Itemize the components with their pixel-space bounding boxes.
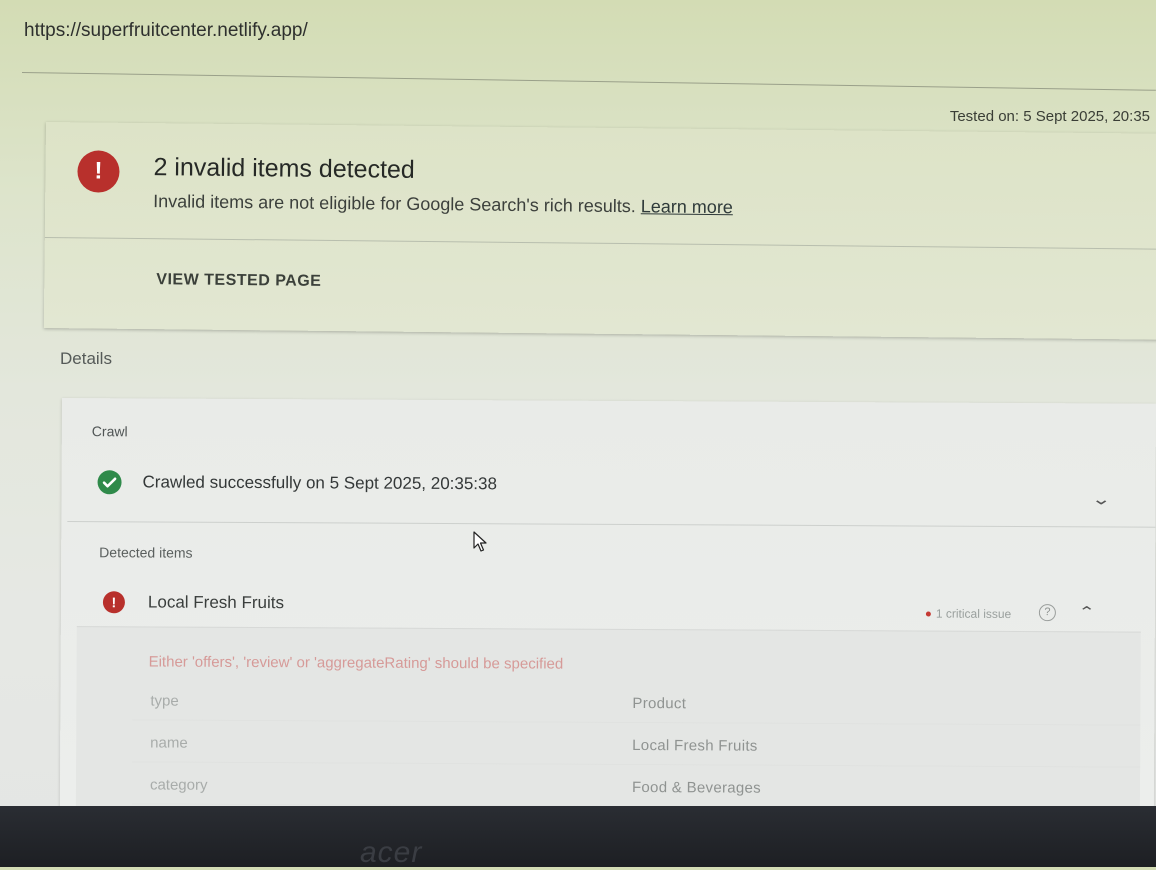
property-row: name Local Fresh Fruits [132,723,1141,768]
summary-subtitle-text: Invalid items are not eligible for Googl… [153,191,636,217]
property-value: Food & Beverages [631,778,762,797]
detected-items-label: Detected items [99,544,193,561]
tested-on-timestamp: Tested on: 5 Sept 2025, 20:35 [949,108,1150,125]
detected-item-name[interactable]: Local Fresh Fruits [148,592,284,613]
summary-title: 2 invalid items detected [153,153,415,184]
critical-issue-badge: 1 critical issue [925,606,1012,621]
property-value: Product [632,694,687,713]
crawl-divider [67,521,1156,528]
property-row: category Food & Beverages [131,765,1141,810]
card-divider [44,236,1156,250]
detected-item-panel: Either 'offers', 'review' or 'aggregateR… [75,626,1141,824]
check-circle-icon [97,470,122,495]
monitor-bezel: acer [0,806,1156,869]
property-key: type [150,692,179,710]
crawl-section-label: Crawl [91,423,128,440]
crawl-status[interactable]: Crawled successfully on 5 Sept 2025, 20:… [143,472,497,494]
summary-subtitle: Invalid items are not eligible for Googl… [153,191,733,218]
page-url: https://superfruitcenter.netlify.app/ [24,20,308,41]
learn-more-link[interactable]: Learn more [641,196,733,217]
property-row: type Product [132,681,1141,726]
error-icon: ! [77,150,120,193]
view-tested-page-button[interactable]: VIEW TESTED PAGE [156,271,321,291]
issue-message[interactable]: Either 'offers', 'review' or 'aggregateR… [149,653,564,672]
url-divider [21,72,1156,91]
chevron-up-icon[interactable]: ⌃ [1078,603,1096,620]
help-icon[interactable]: ? [1038,604,1056,622]
bezel-logo: acer [360,836,423,869]
issue-dot [925,611,931,617]
chevron-down-icon[interactable]: ⌄ [1091,489,1111,509]
property-key: category [149,776,208,794]
error-icon: ! [102,591,125,614]
property-key: name [150,734,188,752]
details-card: Crawl Crawled successfully on 5 Sept 202… [59,398,1156,824]
mouse-cursor-icon [472,530,490,559]
details-heading: Details [60,349,112,368]
critical-issue-text: 1 critical issue [935,606,1012,621]
property-value: Local Fresh Fruits [632,736,758,755]
summary-card: ! 2 invalid items detected Invalid items… [43,122,1156,340]
